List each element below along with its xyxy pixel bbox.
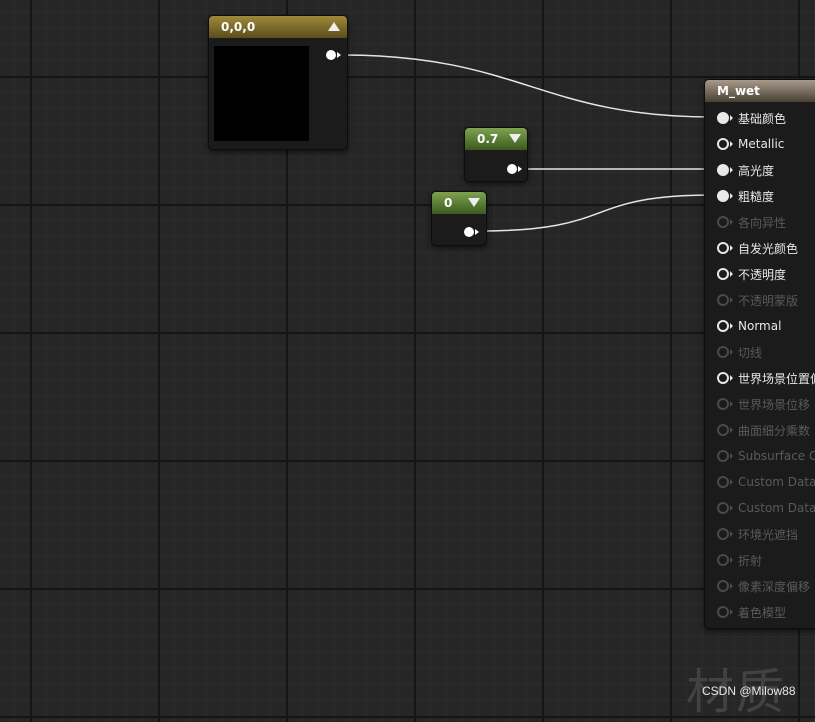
scalar-constant-node-0[interactable]: 0 — [431, 191, 487, 246]
pin-socket-icon[interactable] — [717, 268, 733, 280]
material-input-pin[interactable]: Subsurface Color — [717, 447, 815, 465]
color-output-pin[interactable] — [326, 50, 341, 60]
material-input-pin[interactable]: 像素深度偏移 — [717, 577, 810, 595]
scalar-node-header[interactable]: 0.7 — [465, 128, 527, 150]
material-node-header[interactable]: M_wet — [705, 80, 815, 102]
material-input-pin-label: Custom Data 1 — [738, 501, 815, 515]
wire-0-to-roughness — [477, 194, 714, 232]
material-input-pin[interactable]: 基础颜色 — [717, 109, 786, 127]
material-input-pin[interactable]: 世界场景位移 — [717, 395, 810, 413]
material-input-pin-label: 不透明蒙版 — [738, 293, 799, 308]
material-result-node[interactable]: M_wet 基础颜色 Metallic 高光度粗糙度各向异性自发光颜色不透明度不透明… — [704, 79, 815, 629]
expand-arrow-icon[interactable] — [509, 134, 521, 143]
material-input-pin[interactable]: 自发光颜色 — [717, 239, 798, 257]
pin-socket-icon[interactable] — [717, 554, 733, 566]
material-input-pin-label: 世界场景位移 — [738, 397, 811, 412]
material-input-pin-label: 不透明度 — [738, 267, 787, 282]
scalar-constant-node-0.7[interactable]: 0.7 — [464, 127, 528, 182]
pin-socket-icon[interactable] — [717, 606, 733, 618]
material-input-pin-label: 自发光颜色 — [738, 241, 799, 256]
material-input-pin-label: 切线 — [738, 345, 763, 360]
material-node-title: M_wet — [717, 84, 760, 98]
material-input-pin[interactable]: 着色模型 — [717, 603, 786, 621]
pin-socket-icon[interactable] — [717, 372, 733, 384]
pin-socket-icon[interactable] — [717, 476, 733, 488]
material-input-pin-label: 着色模型 — [738, 605, 787, 620]
pin-socket-icon[interactable] — [717, 320, 733, 332]
scalar-node-header[interactable]: 0 — [432, 192, 486, 214]
material-input-pin-label: Subsurface Color — [738, 449, 815, 463]
material-input-pin-label: 基础颜色 — [738, 111, 787, 126]
color-node-value: 0,0,0 — [221, 20, 256, 34]
pin-socket-icon[interactable] — [717, 164, 733, 176]
material-input-pin-label: 折射 — [738, 553, 763, 568]
scalar-output-pin[interactable] — [464, 227, 479, 237]
pin-socket-icon[interactable] — [717, 398, 733, 410]
material-input-pin[interactable]: 粗糙度 — [717, 187, 774, 205]
material-input-pin-label: 曲面细分乘数 — [738, 423, 811, 438]
material-input-pin[interactable]: 环境光遮挡 — [717, 525, 798, 543]
connection-wires — [341, 54, 714, 232]
material-input-pin-label: Custom Data 0 — [738, 475, 815, 489]
pin-socket-icon[interactable] — [717, 528, 733, 540]
material-input-pin-label: 粗糙度 — [738, 189, 775, 204]
pin-socket-icon[interactable] — [717, 190, 733, 202]
scalar-output-pin[interactable] — [507, 164, 522, 174]
material-input-pin[interactable]: 各向异性 — [717, 213, 786, 231]
material-input-pin[interactable]: Normal — [717, 317, 781, 335]
material-input-pin-label: Metallic — [738, 137, 785, 151]
material-input-pin[interactable]: 不透明蒙版 — [717, 291, 798, 309]
color-preview-swatch — [214, 46, 309, 141]
material-input-pin-label: 各向异性 — [738, 215, 787, 230]
expand-arrow-icon[interactable] — [468, 198, 480, 207]
scalar-node-value: 0.7 — [477, 132, 499, 146]
material-input-pin-label: 高光度 — [738, 163, 775, 178]
material-input-pin-label: 环境光遮挡 — [738, 527, 799, 542]
pin-socket-icon[interactable] — [717, 112, 733, 124]
material-input-pin[interactable]: 高光度 — [717, 161, 774, 179]
collapse-arrow-icon[interactable] — [328, 22, 340, 31]
pin-socket-icon[interactable] — [717, 346, 733, 358]
pin-socket-icon[interactable] — [717, 580, 733, 592]
wire-color-to-base-color — [341, 54, 714, 118]
pin-socket-icon[interactable] — [717, 216, 733, 228]
scalar-node-value: 0 — [444, 196, 453, 210]
pin-socket-icon[interactable] — [717, 294, 733, 306]
material-input-pin-label: Normal — [738, 319, 782, 333]
pin-socket-icon[interactable] — [717, 138, 733, 150]
pin-socket-icon[interactable] — [717, 242, 733, 254]
material-input-pin-label: 世界场景位置偏移 — [738, 371, 815, 386]
color-constant-node[interactable]: 0,0,0 — [208, 15, 348, 150]
material-input-pin[interactable]: Custom Data 1 — [717, 499, 815, 517]
material-input-pin[interactable]: 折射 — [717, 551, 762, 569]
material-input-pin[interactable]: Metallic — [717, 135, 784, 153]
pin-socket-icon[interactable] — [717, 424, 733, 436]
material-input-pin[interactable]: Custom Data 0 — [717, 473, 815, 491]
pin-socket-icon[interactable] — [717, 450, 733, 462]
material-input-pin[interactable]: 世界场景位置偏移 — [717, 369, 815, 387]
material-input-pin-label: 像素深度偏移 — [738, 579, 811, 594]
pin-socket-icon[interactable] — [717, 502, 733, 514]
material-input-pin[interactable]: 不透明度 — [717, 265, 786, 283]
watermark-credit: CSDN @Milow88 — [702, 684, 796, 698]
material-input-pin[interactable]: 曲面细分乘数 — [717, 421, 810, 439]
material-input-pin[interactable]: 切线 — [717, 343, 762, 361]
color-node-header[interactable]: 0,0,0 — [209, 16, 347, 38]
